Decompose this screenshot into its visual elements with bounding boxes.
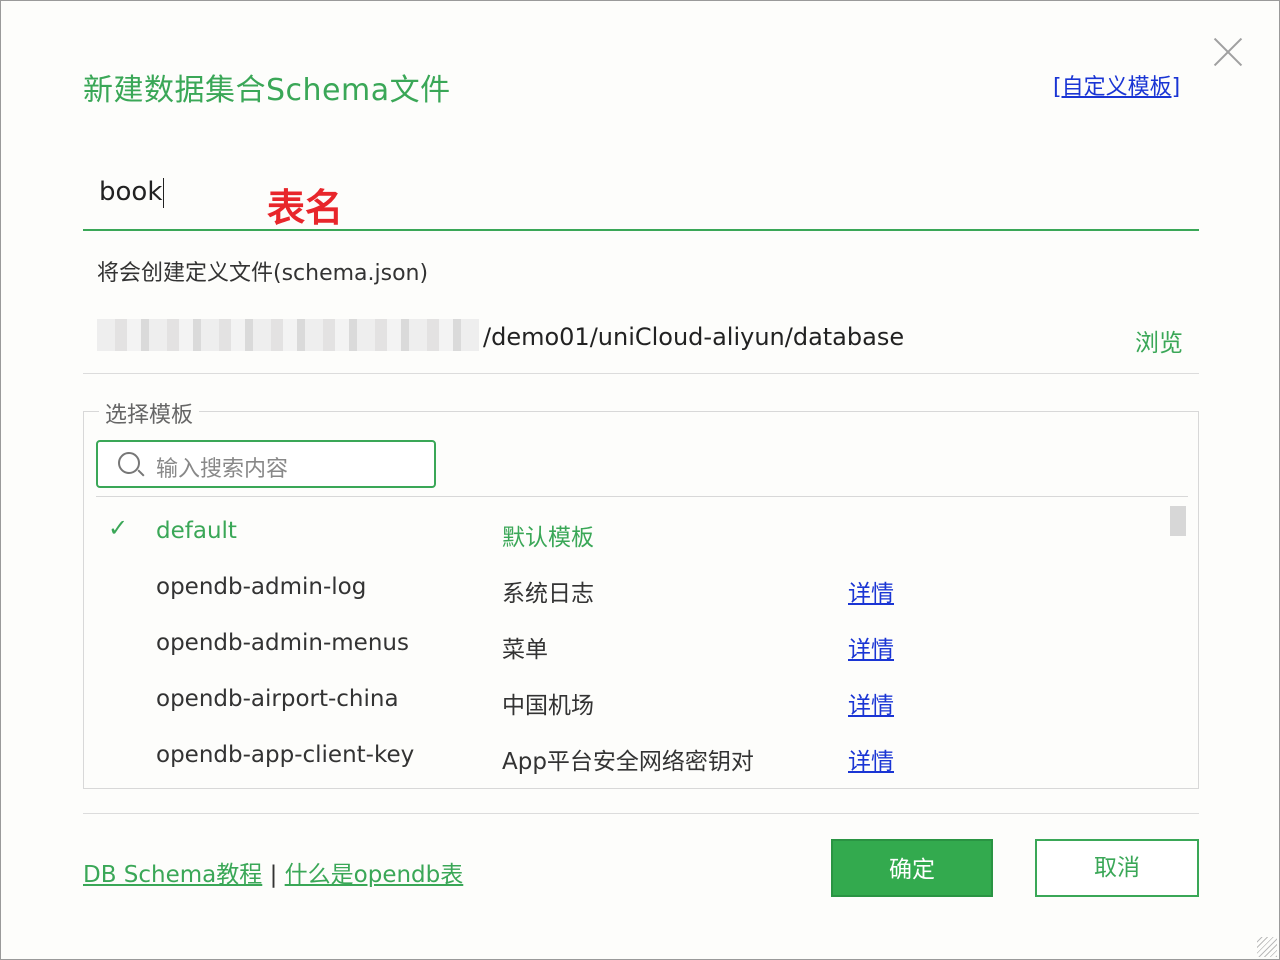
template-row-admin-menus[interactable]: opendb-admin-menus 菜单 详情 (84, 618, 1164, 674)
template-group-legend: 选择模板 (99, 397, 200, 429)
template-desc: 中国机场 (502, 693, 594, 719)
footer-divider (83, 813, 1199, 814)
template-desc: 默认模板 (502, 525, 594, 551)
template-name: opendb-airport-china (156, 686, 399, 712)
text-caret (163, 177, 165, 208)
template-row-admin-log[interactable]: opendb-admin-log 系统日志 详情 (84, 562, 1164, 618)
cancel-button[interactable]: 取消 (1035, 839, 1199, 897)
footer-links: DB Schema教程 | 什么是opendb表 (83, 855, 463, 889)
table-name-field[interactable]: book 表名 (83, 167, 1199, 231)
will-create-label: 将会创建定义文件(schema.json) (97, 261, 429, 286)
divider (96, 496, 1188, 497)
opendb-link[interactable]: 什么是opendb表 (285, 862, 464, 888)
path-text: /demo01/uniCloud-aliyun/database (483, 323, 905, 351)
detail-link[interactable]: 详情 (848, 574, 894, 608)
template-name: opendb-admin-log (156, 574, 367, 600)
template-desc: 系统日志 (502, 581, 594, 607)
new-schema-dialog: 新建数据集合Schema文件 [自定义模板] book 表名 将会创建定义文件(… (0, 0, 1280, 960)
template-row-app-client-key[interactable]: opendb-app-client-key App平台安全网络密钥对 详情 (84, 730, 1164, 786)
close-icon[interactable] (1211, 35, 1245, 69)
detail-link[interactable]: 详情 (848, 742, 894, 776)
custom-template-link[interactable]: [自定义模板] (1053, 69, 1180, 101)
check-icon: ✓ (108, 514, 129, 542)
template-name: opendb-app-client-key (156, 742, 415, 768)
schema-tutorial-link[interactable]: DB Schema教程 (83, 862, 262, 888)
confirm-button[interactable]: 确定 (831, 839, 993, 897)
template-name: opendb-admin-menus (156, 630, 409, 656)
link-separator: | (269, 862, 278, 888)
search-input[interactable]: 输入搜索内容 (96, 440, 436, 488)
browse-button[interactable]: 浏览 (1135, 323, 1183, 358)
list-scrollbar[interactable] (1170, 506, 1186, 536)
template-name: default (156, 518, 237, 544)
template-row-airport-china[interactable]: opendb-airport-china 中国机场 详情 (84, 674, 1164, 730)
template-list: ✓ default 默认模板 opendb-admin-log 系统日志 详情 … (84, 506, 1198, 786)
search-placeholder: 输入搜索内容 (156, 457, 289, 482)
path-row: /demo01/uniCloud-aliyun/database 浏览 (83, 317, 1199, 374)
template-group: 输入搜索内容 ✓ default 默认模板 opendb-admin-log 系… (83, 411, 1199, 789)
template-desc: 菜单 (502, 637, 548, 663)
table-name-annotation: 表名 (267, 186, 344, 230)
blurred-path-prefix (97, 319, 479, 351)
detail-link[interactable]: 详情 (848, 630, 894, 664)
dialog-title: 新建数据集合Schema文件 (83, 73, 451, 108)
template-desc: App平台安全网络密钥对 (502, 749, 754, 775)
detail-link[interactable]: 详情 (848, 686, 894, 720)
template-row-default[interactable]: ✓ default 默认模板 (84, 506, 1164, 562)
search-icon (118, 452, 140, 474)
table-name-input[interactable]: book (99, 177, 165, 208)
resize-grip-icon[interactable] (1257, 937, 1277, 957)
